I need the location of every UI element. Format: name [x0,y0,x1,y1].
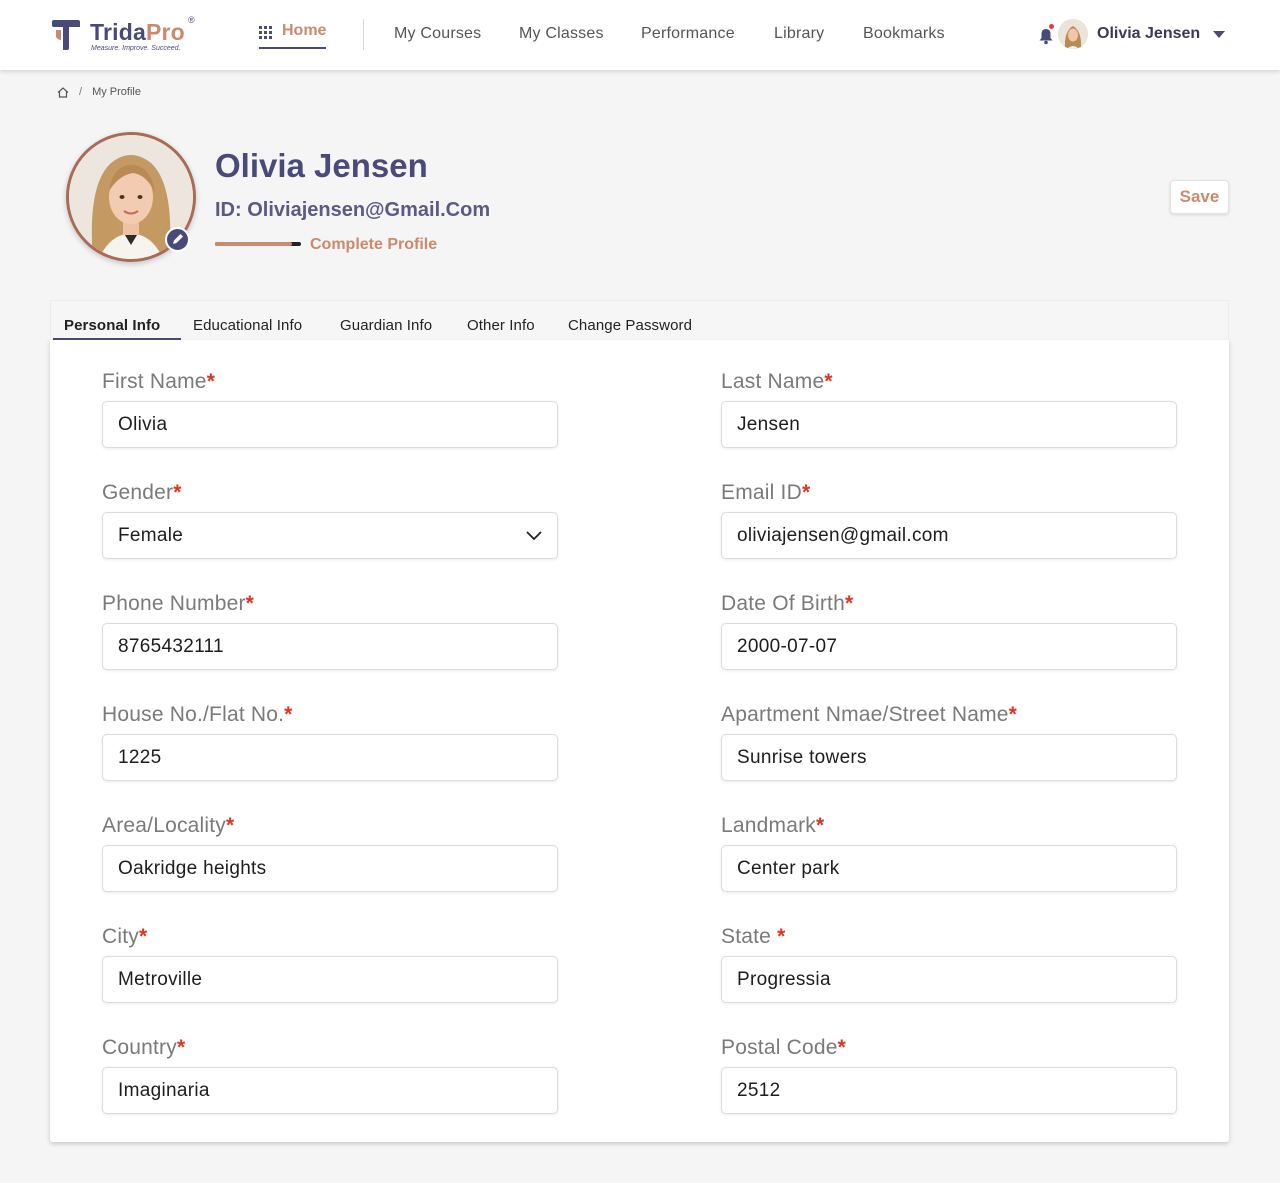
email-label: Email ID* [721,481,811,504]
brand-name: TridaPro [90,19,185,45]
area-field[interactable] [102,845,558,892]
nav-item-bookmarks[interactable]: Bookmarks [863,25,945,43]
edit-photo-button[interactable] [165,227,190,252]
landmark-field[interactable] [721,845,1177,892]
state-label: State * [721,925,786,948]
avatar-portrait [1058,19,1088,49]
phone-field[interactable] [102,623,558,670]
notification-dot [1049,24,1054,29]
last-name-field[interactable] [721,401,1177,448]
gender-select[interactable] [102,512,558,559]
state-field[interactable] [721,956,1177,1003]
nav-item-library[interactable]: Library [774,25,824,43]
nav-divider [363,19,364,50]
last-name-label: Last Name* [721,370,833,393]
street-label: Apartment Nmae/Street Name* [721,703,1018,726]
brand-tagline: Measure. Improve. Succeed. [91,45,181,52]
first-name-label: First Name* [102,370,216,393]
top-navigation-bar: TridaPro ® Measure. Improve. Succeed. Ho… [0,0,1280,70]
profile-name: Olivia Jensen [215,147,428,184]
country-label: Country* [102,1036,186,1059]
postal-code-field[interactable] [721,1067,1177,1114]
tab-other-info[interactable]: Other Info [467,317,535,334]
nav-item-my-courses[interactable]: My Courses [394,25,481,43]
landmark-label: Landmark* [721,814,825,837]
area-label: Area/Locality* [102,814,235,837]
logo-mark-icon [52,20,80,50]
tab-educational-info[interactable]: Educational Info [193,317,302,334]
pencil-icon [173,234,183,244]
nav-home-label: Home [282,22,327,39]
house-field[interactable] [102,734,558,781]
save-button[interactable]: Save [1170,180,1229,214]
profile-progress-fill [215,242,293,246]
registered-mark: ® [188,15,195,25]
dob-field[interactable] [721,623,1177,670]
bell-icon[interactable] [1038,27,1054,45]
profile-tabs: Personal Info Educational Info Guardian … [50,300,1229,340]
gender-label: Gender* [102,481,182,504]
profile-progress-bar [215,242,301,246]
breadcrumb-current: My Profile [92,86,141,98]
avatar[interactable] [1058,19,1088,49]
house-label: House No./Flat No.* [102,703,293,726]
user-name[interactable]: Olivia Jensen [1097,25,1200,43]
complete-profile-link[interactable]: Complete Profile [310,236,437,254]
caret-down-icon[interactable] [1213,31,1225,38]
country-field[interactable] [102,1067,558,1114]
profile-id: ID: Oliviajensen@Gmail.Com [215,199,491,221]
nav-item-performance[interactable]: Performance [641,25,735,43]
home-icon[interactable] [57,86,69,98]
dob-label: Date Of Birth* [721,592,854,615]
city-label: City* [102,925,148,948]
tab-personal-info[interactable]: Personal Info [64,317,160,334]
phone-label: Phone Number* [102,592,255,615]
nav-item-home[interactable]: Home [259,22,327,49]
tab-guardian-info[interactable]: Guardian Info [340,317,432,334]
breadcrumb: / My Profile [57,86,141,98]
street-field[interactable] [721,734,1177,781]
tab-change-password[interactable]: Change Password [568,317,692,334]
personal-info-form: First Name* Last Name* Gender* Email ID*… [50,340,1229,1142]
first-name-field[interactable] [102,401,558,448]
postal-code-label: Postal Code* [721,1036,846,1059]
grid-icon [259,26,272,39]
breadcrumb-separator: / [79,86,83,98]
nav-item-my-classes[interactable]: My Classes [519,25,604,43]
city-field[interactable] [102,956,558,1003]
email-field[interactable] [721,512,1177,559]
